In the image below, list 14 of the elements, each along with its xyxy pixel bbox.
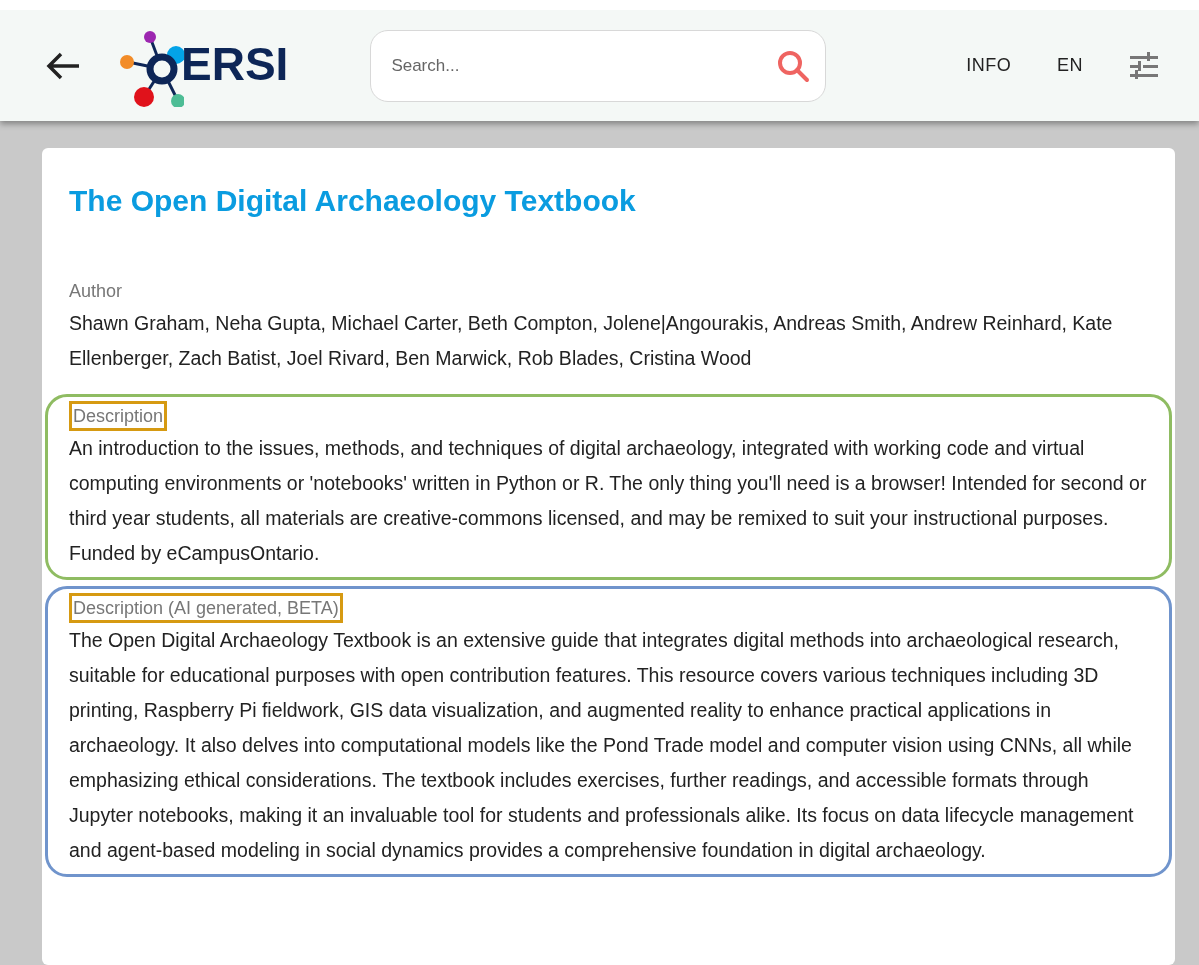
search-field[interactable]: Search... [370,29,827,102]
field-label: Description [69,400,168,431]
search-input[interactable]: Search... [391,52,776,79]
field-text: Shawn Graham, Neha Gupta, Michael Carter, Beth Compton, Jolene|Angourakis, Andreas Smith, Andrew Reinhard, Kate Ellenberger, Zach Batist, Joel Rivard, Ben Marwick, Rob Blades, Cristina Wood [69,310,1114,371]
filter-sliders-icon[interactable] [1129,51,1159,80]
field-label: Author [69,279,123,303]
field-text: An introduction to the issues, methods, and techniques of digital archaeology, integrated with working code and virtual computing environments or 'notebooks' written in Python or R. The only thing you'll need is a browser! Intended for second or third year students, all materials are creative-commons licensed, and may be remixed to suit your instructional purposes. Funded by eCampusOntario. [69,435,1148,566]
nav-link[interactable]: EN [1057,52,1083,79]
record-title: The Open Digital Archaeology Textbook [69,183,637,219]
nav-link[interactable]: INFO [966,52,1012,79]
field-text: The Open Digital Archaeology Textbook is an extensive guide that integrates digital methods into archaeological research, suitable for educational purposes with open contribution features. This resource covers various techniques including 3D printing, Raspberry Pi fieldwork, GIS data visualization, and augmented reality to enhance practical applications in archaeology. It also delves into computational models like the Pond Trade model and computer vision using CNNs, all while emphasizing ethical considerations. The textbook includes exercises, further readings, and accessible formats through Jupyter notebooks, making it an invaluable tool for students and professionals alike. Its focus on data lifecycle management and agent-based modeling in social dynamics provides a comprehensive foundation in digital archaeology. [69,627,1135,863]
back-arrow-icon [45,50,81,81]
field-label: Description (AI generated, BETA) [69,592,343,623]
logo-text: ERSI [181,40,289,87]
